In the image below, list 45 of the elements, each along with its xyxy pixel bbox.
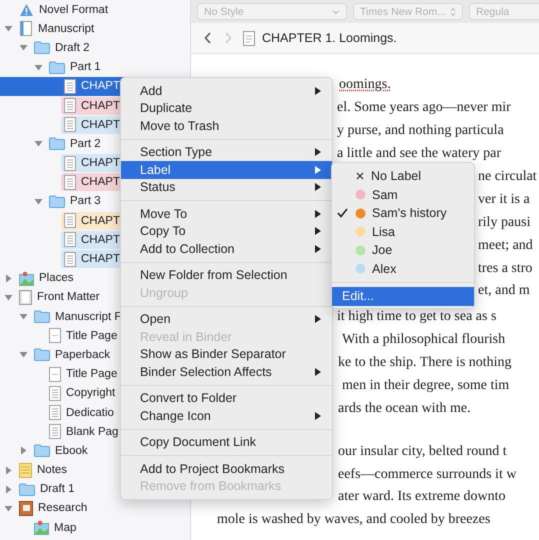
binder-item[interactable]: Manuscript <box>16 20 134 38</box>
body-text: tres a stro <box>478 260 532 277</box>
body-text: it high time to get to sea as s <box>337 309 496 326</box>
body-text: ne circulat <box>478 169 537 185</box>
document-title: CHAPTER 1. Loomings. <box>262 31 397 45</box>
menu-item[interactable]: Sam's history <box>332 204 474 222</box>
menu-item[interactable]: Alex <box>332 260 474 278</box>
body-text: ke to the ship. There is nothing <box>338 355 512 372</box>
menu-item[interactable]: Show as Binder Separator <box>121 346 332 363</box>
menu-item[interactable]: Lisa <box>332 222 474 241</box>
menu-item[interactable]: Open <box>121 310 332 328</box>
binder-item[interactable]: Notes <box>16 461 108 480</box>
body-text: our insular city, belted round t <box>338 444 507 460</box>
menu-item[interactable]: New Folder from Selection <box>121 266 332 284</box>
body-text: el. Some years ago—never mir <box>337 100 511 116</box>
body-text: y purse, and nothing particula <box>337 123 504 140</box>
binder-item[interactable]: Part 1 <box>46 58 141 76</box>
body-text: rily pausi <box>478 214 530 231</box>
menu-item[interactable]: Convert to Folder <box>121 390 332 407</box>
body-text: mole is washed by waves, and cooled by breezes <box>217 512 490 528</box>
body-text: With a philosophical flourish <box>342 332 506 348</box>
binder-item[interactable]: Map <box>31 518 116 537</box>
body-text: meet; and <box>478 238 533 254</box>
body-text: men in their degree, some tim <box>342 378 510 394</box>
body-text: et, and m <box>478 283 530 300</box>
menu-item[interactable]: Binder Selection Affects <box>121 363 332 380</box>
menu-item[interactable]: Add to Project Bookmarks <box>121 460 332 478</box>
menu-item[interactable]: No Label <box>332 167 474 186</box>
binder-item[interactable]: Draft 1 <box>16 480 115 498</box>
body-text: eefs—commerce surrounds it w <box>338 466 516 483</box>
body-text: a little and see the watery par <box>337 146 502 162</box>
body-text: oomings. <box>339 77 391 94</box>
binder-item[interactable]: Places <box>16 269 114 288</box>
menu-item[interactable]: Add <box>121 82 332 100</box>
menu-item[interactable]: Label <box>121 161 332 178</box>
body-text: ater ward. Its extreme downto <box>338 489 506 506</box>
menu-item[interactable]: Change Icon <box>121 407 332 424</box>
binder-item[interactable]: Research <box>16 499 128 518</box>
menu-item[interactable]: Sam <box>332 186 474 204</box>
body-text: ver it is a <box>478 192 530 208</box>
body-text: ards the ocean with me. <box>338 400 471 417</box>
binder-item[interactable]: Draft 2 <box>31 38 130 57</box>
menu-item[interactable]: Edit... <box>332 287 474 306</box>
menu-item[interactable]: Joe <box>332 241 474 260</box>
binder-item[interactable]: Novel Format <box>16 0 148 19</box>
